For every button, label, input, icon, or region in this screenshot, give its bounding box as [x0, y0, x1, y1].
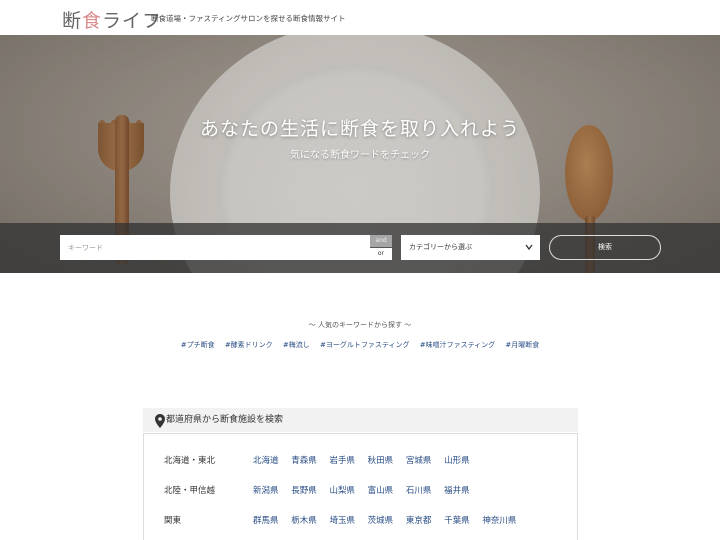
prefecture-list: 北海道・東北 北海道 青森県 岩手県 秋田県 宮城県 山形県 北陸・甲信越 新潟… — [143, 433, 578, 540]
prefecture-link[interactable]: 新潟県 — [253, 486, 279, 496]
site-header: 断食ライフ 断食道場・ファスティングサロンを探せる断食情報サイト — [0, 0, 720, 35]
logo-char-2: 食 — [82, 10, 103, 32]
hero-subtitle: 気になる断食ワードをチェック — [290, 150, 430, 161]
region-label: 北海道・東北 — [164, 456, 216, 466]
prefecture-link[interactable]: 北海道 — [253, 456, 279, 466]
prefecture-link[interactable]: 富山県 — [368, 486, 394, 496]
prefecture-link[interactable]: 茨城県 — [368, 516, 394, 526]
prefecture-link[interactable]: 千葉県 — [444, 516, 470, 526]
site-logo[interactable]: 断食ライフ — [62, 6, 162, 33]
popular-keywords-list: #プチ断食 #酵素ドリンク #梅流し #ヨーグルトファスティング #味噌汁ファス… — [0, 340, 720, 350]
category-select[interactable]: カテゴリーから選ぶ — [401, 235, 540, 260]
category-select-label: カテゴリーから選ぶ — [409, 243, 472, 251]
region-label: 北陸・甲信越 — [164, 486, 216, 496]
prefecture-link[interactable]: 山梨県 — [329, 486, 355, 496]
prefecture-link[interactable]: 福井県 — [444, 486, 470, 496]
search-bar: and or カテゴリーから選ぶ 検索 — [0, 223, 720, 273]
popular-keywords-title: ～ 人気のキーワードから探す ～ — [308, 321, 412, 329]
region-label: 関東 — [164, 516, 182, 526]
prefecture-link[interactable]: 岩手県 — [329, 456, 355, 466]
region-row: 関東 群馬県 栃木県 埼玉県 茨城県 東京都 千葉県 神奈川県 — [144, 510, 579, 532]
keyword-tag[interactable]: #月曜断食 — [505, 341, 539, 349]
prefecture-link[interactable]: 秋田県 — [368, 456, 394, 466]
and-or-toggle: and or — [370, 235, 392, 260]
search-button[interactable]: 検索 — [549, 235, 661, 260]
keyword-tag[interactable]: #味噌汁ファスティング — [420, 341, 495, 349]
prefecture-link[interactable]: 山形県 — [444, 456, 470, 466]
keyword-tag[interactable]: #プチ断食 — [181, 341, 215, 349]
or-option[interactable]: or — [370, 248, 392, 260]
prefecture-link[interactable]: 東京都 — [406, 516, 432, 526]
hero-title: あなたの生活に断食を取り入れよう — [199, 118, 520, 140]
region-row: 北陸・甲信越 新潟県 長野県 山梨県 富山県 石川県 福井県 — [144, 480, 579, 502]
keyword-tag[interactable]: #酵素ドリンク — [225, 341, 273, 349]
prefecture-link[interactable]: 宮城県 — [406, 456, 432, 466]
hero-banner: あなたの生活に断食を取り入れよう 気になる断食ワードをチェック and or カ… — [0, 35, 720, 273]
map-pin-icon — [155, 413, 165, 428]
site-tagline: 断食道場・ファスティングサロンを探せる断食情報サイト — [151, 14, 346, 23]
prefecture-link[interactable]: 神奈川県 — [482, 516, 516, 526]
and-option[interactable]: and — [370, 235, 392, 247]
prefecture-link[interactable]: 栃木県 — [291, 516, 317, 526]
keyword-tag[interactable]: #ヨーグルトファスティング — [320, 341, 409, 349]
prefecture-link[interactable]: 石川県 — [406, 486, 432, 496]
chevron-down-icon — [525, 235, 533, 271]
keyword-input[interactable] — [60, 235, 370, 260]
prefecture-link[interactable]: 青森県 — [291, 456, 317, 466]
prefecture-section-heading: 都道府県から断食施設を検索 — [143, 408, 578, 432]
keyword-tag[interactable]: #梅流し — [283, 341, 310, 349]
prefecture-link[interactable]: 埼玉県 — [329, 516, 355, 526]
prefecture-link[interactable]: 長野県 — [291, 486, 317, 496]
logo-char-1: 断 — [62, 10, 83, 32]
region-row: 北海道・東北 北海道 青森県 岩手県 秋田県 宮城県 山形県 — [144, 450, 579, 472]
prefecture-link[interactable]: 群馬県 — [253, 516, 279, 526]
